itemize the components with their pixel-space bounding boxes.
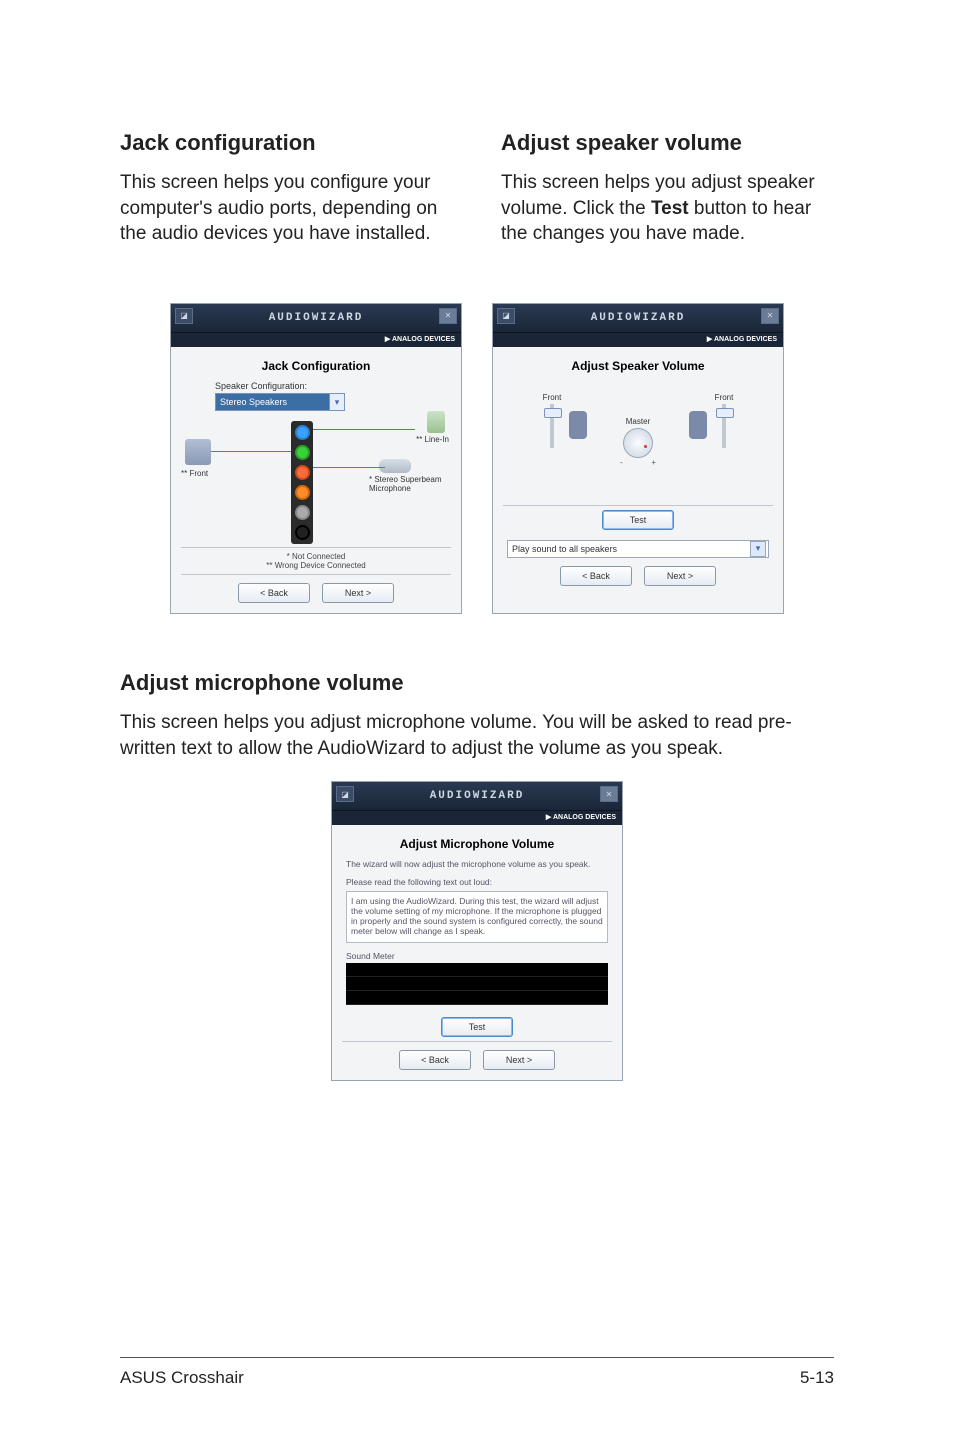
mic-volume-heading: Adjust microphone volume (120, 670, 834, 696)
front-right-label: Front (709, 393, 739, 402)
minus-label: - (620, 458, 623, 467)
jack-front[interactable] (295, 445, 310, 460)
brand-strip: ▶ ANALOG DEVICES (171, 333, 461, 347)
chevron-down-icon: ▾ (329, 394, 344, 410)
jack-mic[interactable] (295, 465, 310, 480)
jack-dialog-heading: Jack Configuration (181, 359, 451, 373)
dialog-title: AUDIOWIZARD (591, 312, 686, 324)
note-wrong-device: ** Wrong Device Connected (181, 561, 451, 570)
microphone-icon (379, 459, 411, 473)
next-button[interactable]: Next > (483, 1050, 555, 1070)
sys-icon[interactable]: ◪ (175, 308, 193, 324)
master-label: Master (620, 417, 656, 426)
speaker-volume-body: This screen helps you adjust speaker vol… (501, 170, 834, 247)
speaker-volume-body-bold: Test (651, 198, 689, 219)
back-button[interactable]: < Back (399, 1050, 471, 1070)
front-left-slider[interactable]: Front (537, 393, 567, 448)
close-icon[interactable]: ✕ (439, 308, 457, 324)
master-knob[interactable] (623, 428, 653, 458)
footer-right: 5-13 (800, 1368, 834, 1388)
speaker-volume-heading: Adjust speaker volume (501, 130, 834, 156)
plus-label: + (651, 458, 656, 467)
close-icon[interactable]: ✕ (761, 308, 779, 324)
play-sound-select[interactable]: Play sound to all speakers ▾ (507, 540, 769, 558)
speaker-right-icon (689, 411, 707, 439)
sound-meter (346, 963, 608, 1005)
back-button[interactable]: < Back (238, 583, 310, 603)
mic-volume-body: This screen helps you adjust microphone … (120, 710, 834, 761)
dialog-title: AUDIOWIZARD (430, 790, 525, 802)
note-not-connected: * Not Connected (181, 552, 451, 561)
sys-icon[interactable]: ◪ (497, 308, 515, 324)
speaker-volume-dialog: ◪ AUDIOWIZARD ✕ ▶ ANALOG DEVICES Adjust … (492, 303, 784, 614)
close-icon[interactable]: ✕ (600, 786, 618, 802)
back-button[interactable]: < Back (560, 566, 632, 586)
footer-left: ASUS Crosshair (120, 1368, 244, 1388)
mic-dialog-heading: Adjust Microphone Volume (342, 837, 612, 851)
speaker-icon (185, 439, 211, 465)
sound-meter-label: Sound Meter (346, 951, 608, 961)
footer-rule (120, 1357, 834, 1358)
speaker-config-select[interactable]: Stereo Speakers ▾ (215, 393, 345, 411)
jack-notes: * Not Connected ** Wrong Device Connecte… (181, 547, 451, 575)
mic-volume-dialog: ◪ AUDIOWIZARD ✕ ▶ ANALOG DEVICES Adjust … (331, 781, 623, 1081)
speaker-left-icon (569, 411, 587, 439)
jack-panel (291, 421, 313, 544)
jack-config-dialog: ◪ AUDIOWIZARD ✕ ▶ ANALOG DEVICES Jack Co… (170, 303, 462, 614)
dialog-titlebar: ◪ AUDIOWIZARD ✕ (493, 304, 783, 333)
mic-read-textbox: I am using the AudioWizard. During this … (346, 891, 608, 943)
dialog-title: AUDIOWIZARD (269, 312, 364, 324)
superbeam-label: * Stereo Superbeam Microphone (369, 475, 449, 493)
jack-rear[interactable] (295, 505, 310, 520)
jack-config-body: This screen helps you configure your com… (120, 170, 453, 247)
front-right-slider[interactable]: Front (709, 393, 739, 448)
linein-icon (427, 411, 445, 433)
brand-strip: ▶ ANALOG DEVICES (332, 811, 622, 825)
linein-label: ** Line-In (416, 435, 449, 444)
next-button[interactable]: Next > (322, 583, 394, 603)
brand-label: ▶ ANALOG DEVICES (707, 336, 777, 343)
front-left-label: Front (537, 393, 567, 402)
next-button[interactable]: Next > (644, 566, 716, 586)
speaker-config-value: Stereo Speakers (220, 397, 287, 407)
jack-config-heading: Jack configuration (120, 130, 453, 156)
brand-strip: ▶ ANALOG DEVICES (493, 333, 783, 347)
dialog-titlebar: ◪ AUDIOWIZARD ✕ (332, 782, 622, 811)
jack-center[interactable] (295, 485, 310, 500)
brand-label: ▶ ANALOG DEVICES (385, 336, 455, 343)
play-sound-value: Play sound to all speakers (512, 544, 617, 554)
test-button[interactable]: Test (441, 1017, 513, 1037)
brand-label: ▶ ANALOG DEVICES (546, 814, 616, 821)
test-button[interactable]: Test (602, 510, 674, 530)
dialog-titlebar: ◪ AUDIOWIZARD ✕ (171, 304, 461, 333)
jack-side[interactable] (295, 525, 310, 540)
speaker-config-label: Speaker Configuration: (215, 381, 451, 391)
jack-diagram: ** Front ** Line-In * Stereo Superbeam M… (181, 415, 451, 545)
volume-dialog-heading: Adjust Speaker Volume (503, 359, 773, 373)
mic-read-label: Please read the following text out loud: (346, 877, 608, 887)
sys-icon[interactable]: ◪ (336, 786, 354, 802)
mic-desc: The wizard will now adjust the microphon… (346, 859, 608, 869)
chevron-down-icon: ▾ (750, 541, 766, 557)
front-label: ** Front (181, 469, 208, 478)
jack-line-in[interactable] (295, 425, 310, 440)
